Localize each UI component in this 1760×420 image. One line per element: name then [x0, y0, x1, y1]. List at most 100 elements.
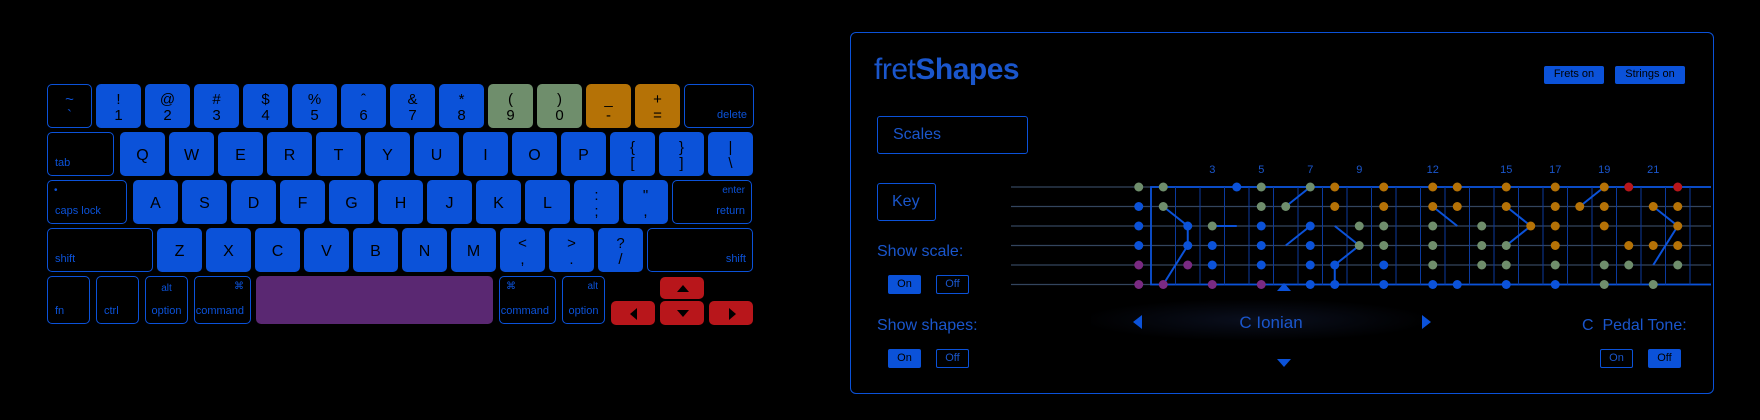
key-H[interactable]: H — [378, 180, 423, 224]
key-delete[interactable]: delete — [684, 84, 754, 128]
key-L[interactable]: L — [525, 180, 570, 224]
key-E[interactable]: E — [218, 132, 263, 176]
key-ctrl[interactable]: ctrl — [96, 276, 139, 324]
key-=[interactable]: + = — [635, 84, 680, 128]
strings-on-button[interactable]: Strings on — [1615, 66, 1685, 84]
scales-button[interactable]: Scales — [877, 116, 1028, 154]
key-bracket-0[interactable]: {[ — [610, 132, 655, 176]
key-label: option — [568, 305, 599, 317]
key-arrow-right[interactable] — [709, 301, 753, 325]
key-N[interactable]: N — [402, 228, 447, 272]
show-shapes-on-toggle[interactable]: On — [888, 349, 921, 368]
key-T[interactable]: T — [316, 132, 361, 176]
key-S[interactable]: S — [182, 180, 227, 224]
key-3[interactable]: #3 — [194, 84, 239, 128]
key-8[interactable]: * 8 — [439, 84, 484, 128]
key-option-left[interactable]: alt option — [145, 276, 188, 324]
key-label: return — [716, 205, 745, 217]
note-dot — [1330, 182, 1340, 192]
note-dot — [1256, 182, 1266, 192]
key-7[interactable]: & 7 — [390, 84, 435, 128]
key-Y[interactable]: Y — [365, 132, 410, 176]
key-label: O — [528, 147, 541, 164]
key-punct-1[interactable]: ", — [623, 180, 668, 224]
key-space[interactable] — [256, 276, 493, 324]
key-shift-right[interactable]: shift — [647, 228, 753, 272]
scale-down-arrow-icon[interactable] — [1277, 359, 1291, 367]
key-9[interactable]: (9 — [488, 84, 533, 128]
key-bracket-2[interactable]: | \ — [708, 132, 753, 176]
key-G[interactable]: G — [329, 180, 374, 224]
key-label: I — [483, 147, 488, 164]
key-fn[interactable]: fn — [47, 276, 90, 324]
key-label: shift — [725, 253, 746, 265]
key-punct2-1[interactable]: >. — [549, 228, 594, 272]
key-U[interactable]: U — [414, 132, 459, 176]
key-V[interactable]: V — [304, 228, 349, 272]
key-label: enter — [722, 185, 745, 196]
key-label: D — [247, 195, 260, 212]
key-arrow-left[interactable] — [611, 301, 655, 325]
note-dot — [1207, 241, 1217, 250]
fretboard-frame — [1150, 186, 1711, 286]
key-arrow-up[interactable] — [660, 277, 704, 299]
key-tab[interactable]: tab — [47, 132, 114, 176]
key-0[interactable]: ) 0 — [537, 84, 582, 128]
key-punct-0[interactable]: :; — [574, 180, 619, 224]
key-X[interactable]: X — [206, 228, 251, 272]
key-4[interactable]: $4 — [243, 84, 288, 128]
key-punct2-2[interactable]: ? / — [598, 228, 643, 272]
show-shapes-label: Show shapes: — [877, 317, 978, 334]
key-label: F — [297, 195, 308, 212]
frets-on-button[interactable]: Frets on — [1544, 66, 1604, 84]
key-bracket-1[interactable]: }] — [659, 132, 704, 176]
key-F[interactable]: F — [280, 180, 325, 224]
key-button[interactable]: Key — [877, 183, 936, 221]
key-A[interactable]: A — [133, 180, 178, 224]
key-label: ~ — [65, 91, 74, 108]
key-label: B — [370, 243, 381, 260]
pedal-tone-off-toggle[interactable]: Off — [1648, 349, 1681, 368]
key-K[interactable]: K — [476, 180, 521, 224]
key-1[interactable]: ! 1 — [96, 84, 141, 128]
key-J[interactable]: J — [427, 180, 472, 224]
note-dot — [1624, 260, 1634, 270]
key-punct2-0[interactable]: <, — [500, 228, 545, 272]
pedal-tone-on-toggle[interactable]: On — [1600, 349, 1633, 368]
note-dot — [1673, 260, 1683, 270]
key-R[interactable]: R — [267, 132, 312, 176]
key-O[interactable]: O — [512, 132, 557, 176]
key-command-left[interactable]: ⌘ command — [194, 276, 251, 324]
key-`[interactable]: ~ ` — [47, 84, 92, 128]
show-shapes-off-toggle[interactable]: Off — [936, 349, 969, 368]
key-C[interactable]: C — [255, 228, 300, 272]
key-5[interactable]: % 5 — [292, 84, 337, 128]
key-W[interactable]: W — [169, 132, 214, 176]
scale-prev-arrow-icon[interactable] — [1133, 315, 1142, 329]
note-dot — [1648, 202, 1658, 211]
key-M[interactable]: M — [451, 228, 496, 272]
show-scale-off-toggle[interactable]: Off — [936, 275, 969, 294]
key-shift-left[interactable]: shift — [47, 228, 153, 272]
key-B[interactable]: B — [353, 228, 398, 272]
key-label: • — [54, 185, 58, 196]
scale-next-arrow-icon[interactable] — [1422, 315, 1431, 329]
key-arrow-down[interactable] — [660, 301, 704, 325]
key-caps-lock[interactable]: • caps lock — [47, 180, 127, 224]
key--[interactable]: _ - — [586, 84, 631, 128]
key-I[interactable]: I — [463, 132, 508, 176]
key-Q[interactable]: Q — [120, 132, 165, 176]
key-return[interactable]: enter return — [672, 180, 752, 224]
key-Z[interactable]: Z — [157, 228, 202, 272]
key-P[interactable]: P — [561, 132, 606, 176]
key-label: & — [407, 91, 418, 108]
key-D[interactable]: D — [231, 180, 276, 224]
key-option-right[interactable]: alt option — [562, 276, 605, 324]
note-dot — [1501, 202, 1511, 211]
key-command-right[interactable]: ⌘ command — [499, 276, 556, 324]
note-dot — [1158, 280, 1168, 289]
key-2[interactable]: @2 — [145, 84, 190, 128]
show-scale-on-toggle[interactable]: On — [888, 275, 921, 294]
key-label: : — [594, 187, 599, 204]
key-6[interactable]: ˆ6 — [341, 84, 386, 128]
